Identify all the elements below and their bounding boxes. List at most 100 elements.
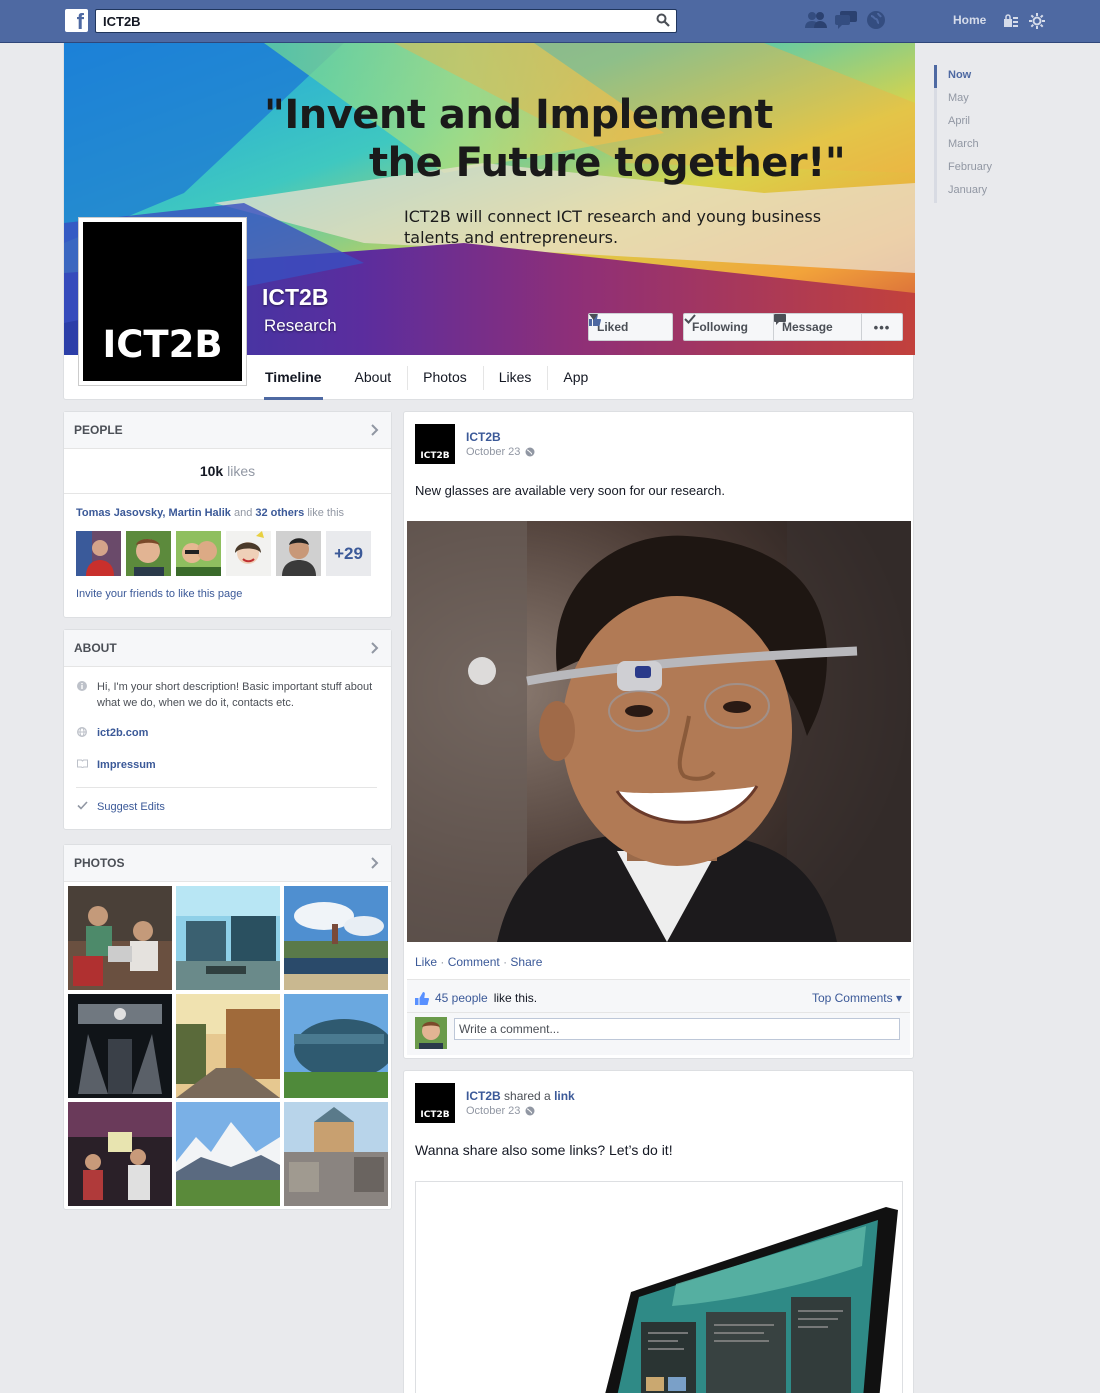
photo-thumbnail[interactable] [68,886,172,990]
post-date[interactable]: October 23 [466,1105,535,1117]
friend-avatar[interactable] [126,531,171,576]
more-friends-button[interactable]: +29 [326,531,371,576]
friend-avatar[interactable] [176,531,221,576]
people-header[interactable]: PEOPLE [64,412,391,449]
post-photo[interactable] [407,521,911,942]
photo-thumbnail[interactable] [284,994,388,1098]
impressum-link[interactable]: Impressum [97,759,156,771]
people-count-link[interactable]: 45 people [435,991,488,1005]
message-icon [774,314,786,325]
post-text: Wanna share also some links? Let’s do it… [415,1142,673,1158]
profile-logo: ICT2B [83,222,242,381]
comment-placeholder: Write a comment... [459,1022,560,1036]
tab-about[interactable]: About [339,356,408,400]
share-link[interactable]: Share [510,955,542,969]
shared-text: shared a [504,1089,551,1103]
profile-picture[interactable]: ICT2B [78,217,247,386]
scrubber-march[interactable]: March [934,134,1014,157]
like-this-text: like this [307,507,345,519]
page-name[interactable]: ICT2B [262,284,328,311]
tab-timeline[interactable]: Timeline [264,356,323,400]
post-date-text: October 23 [466,1105,521,1117]
photo-thumbnail[interactable] [176,994,280,1098]
photos-header[interactable]: PHOTOS [64,845,391,882]
post-actions: Like · Comment · Share [415,955,543,969]
notifications-globe-icon[interactable] [865,10,887,30]
following-button[interactable]: Following [683,313,774,341]
liked-button[interactable]: Liked [588,313,673,341]
comment-link[interactable]: Comment [448,955,500,969]
post-date[interactable]: October 23 [466,446,535,458]
photo-thumbnail[interactable] [176,1102,280,1206]
shared-link[interactable]: link [554,1089,575,1103]
comment-input[interactable]: Write a comment... [454,1018,900,1040]
search-input[interactable]: ICT2B [95,9,677,33]
messages-icon[interactable] [835,10,857,30]
check-icon [77,801,88,810]
scrubber-february[interactable]: February [934,157,1014,180]
book-icon [77,759,88,768]
following-label: Following [692,320,748,334]
friend-faces: +29 [64,519,391,576]
about-title: ABOUT [74,641,117,655]
website-link[interactable]: ict2b.com [97,727,148,739]
globe-icon [77,727,87,737]
friends-like-line: Tomas Jasovsky, Martin Halik and 32 othe… [64,494,391,519]
friend-avatar[interactable] [276,531,321,576]
post-author-name[interactable]: ICT2B [466,430,501,444]
others-link[interactable]: 32 others [255,507,304,519]
privacy-shortcuts-icon[interactable] [1003,13,1019,29]
search-icon[interactable] [656,13,670,27]
likes-summary: 45 people like this. [415,991,537,1005]
photo-thumbnail[interactable] [68,994,172,1098]
facebook-logo-icon[interactable]: f [65,9,88,32]
friend-avatar[interactable] [76,531,121,576]
photo-thumbnail[interactable] [176,886,280,990]
timeline-post: ICT2B ICT2B October 23 New glasses are a… [403,411,914,1059]
photo-thumbnail[interactable] [68,1102,172,1206]
photo-thumbnail[interactable] [284,1102,388,1206]
post-author-name[interactable]: ICT2B [466,1089,501,1103]
settings-gear-icon[interactable] [1029,13,1045,29]
photos-title: PHOTOS [74,856,125,870]
impressum-row[interactable]: Impressum [64,757,391,773]
link-preview-image [605,1207,898,1393]
home-link[interactable]: Home [953,13,986,27]
likes-number: 10k [199,463,224,479]
friend-names-link[interactable]: Tomas Jasovsky, Martin Halik [76,507,231,519]
post-author-avatar[interactable]: ICT2B [415,424,455,464]
message-button[interactable]: Message [773,313,862,341]
commenter-avatar[interactable] [415,1017,447,1049]
more-options-button[interactable]: ••• [861,313,903,341]
website-row[interactable]: ict2b.com [64,725,391,741]
like-link[interactable]: Like [415,955,437,969]
tab-photos[interactable]: Photos [407,356,483,400]
likes-word: likes [227,463,256,479]
suggest-edits-link[interactable]: Suggest Edits [97,801,165,813]
page-category: Research [264,316,337,335]
post-text: New glasses are available very soon for … [415,483,725,498]
suggest-edits-row[interactable]: Suggest Edits [64,799,391,815]
photo-thumbnail[interactable] [284,886,388,990]
tab-likes[interactable]: Likes [482,356,548,400]
public-globe-icon [525,447,535,457]
about-header[interactable]: ABOUT [64,630,391,667]
friend-avatar[interactable] [226,531,271,576]
invite-friends-link[interactable]: Invite your friends to like this page [64,576,391,600]
scrubber-now[interactable]: Now [934,65,1014,88]
cover-subtitle: ICT2B will connect ICT research and youn… [404,207,822,247]
scrubber-april[interactable]: April [934,111,1014,134]
scrubber-may[interactable]: May [934,88,1014,111]
top-comments-dropdown[interactable]: Top Comments ▾ [812,991,902,1005]
cover-quote-line1: "Invent and Implement [264,92,773,138]
cover-quote-line2: the Future together!" [369,140,846,186]
message-label: Message [782,320,833,334]
checkmark-icon [684,314,696,324]
likes-count: 10k likes [64,449,391,494]
friend-requests-icon[interactable] [805,10,827,30]
chevron-right-icon [371,424,379,436]
tab-app[interactable]: App [547,356,604,400]
post-author-avatar[interactable]: ICT2B [415,1083,455,1123]
link-preview[interactable] [415,1181,903,1393]
scrubber-january[interactable]: January [934,180,1014,203]
